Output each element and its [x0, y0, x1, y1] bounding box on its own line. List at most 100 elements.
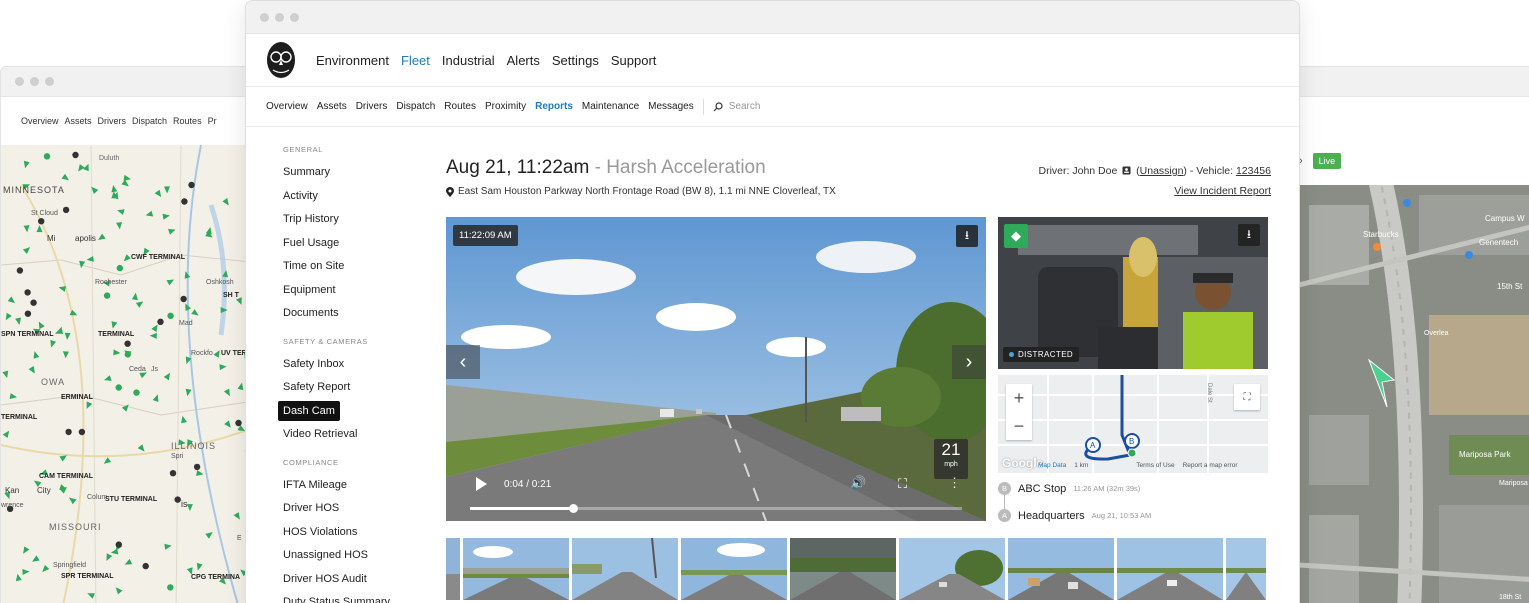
- vehicle-marker-icon[interactable]: [145, 210, 154, 217]
- video-thumbnail[interactable]: [681, 538, 787, 600]
- vehicle-marker-icon[interactable]: [196, 562, 203, 571]
- stop-item[interactable]: A Headquarters Aug 21, 10:53 AM: [998, 502, 1268, 529]
- unassign-link[interactable]: Unassign: [1140, 165, 1184, 177]
- vehicle-marker-icon[interactable]: [152, 394, 159, 402]
- vehicle-stopped-marker-icon[interactable]: [174, 496, 181, 503]
- left-nav-overview[interactable]: Overview: [21, 116, 59, 126]
- sidebar-item-safety-inbox[interactable]: Safety Inbox: [278, 354, 418, 374]
- sidebar-item-unassigned-hos[interactable]: Unassigned HOS: [278, 545, 418, 565]
- sidebar-item-ifta-mileage[interactable]: IFTA Mileage: [278, 475, 418, 495]
- owl-logo-icon[interactable]: [266, 41, 296, 79]
- vehicle-stopped-marker-icon[interactable]: [62, 206, 70, 214]
- vehicle-marker-icon[interactable]: [98, 233, 106, 240]
- vehicle-stopped-marker-icon[interactable]: [103, 292, 111, 299]
- layers-icon[interactable]: ◆: [1004, 224, 1028, 248]
- video-scrub-handle[interactable]: [569, 504, 579, 513]
- left-nav-assets[interactable]: Assets: [65, 116, 92, 126]
- subnav-reports[interactable]: Reports: [535, 101, 573, 112]
- subnav-assets[interactable]: Assets: [317, 101, 347, 112]
- subnav-maintenance[interactable]: Maintenance: [582, 101, 639, 112]
- video-thumbnail[interactable]: [1008, 538, 1114, 600]
- sidebar-item-trip-history[interactable]: Trip History: [278, 209, 418, 229]
- vehicle-marker-icon[interactable]: [78, 164, 85, 172]
- vehicle-stopped-marker-icon[interactable]: [133, 389, 140, 396]
- vehicle-marker-icon[interactable]: [164, 543, 172, 550]
- vehicle-marker-icon[interactable]: [38, 321, 45, 330]
- vehicle-marker-icon[interactable]: [106, 553, 113, 561]
- vehicle-marker-icon[interactable]: [5, 312, 12, 321]
- vehicle-marker-icon[interactable]: [91, 186, 99, 194]
- nav-settings[interactable]: Settings: [552, 53, 599, 68]
- vehicle-marker-icon[interactable]: [185, 388, 192, 397]
- vehicle-marker-icon[interactable]: [163, 372, 171, 381]
- sidebar-item-safety-report[interactable]: Safety Report: [278, 377, 418, 397]
- video-progress-bar[interactable]: [470, 504, 962, 513]
- vehicle-marker-icon[interactable]: [149, 332, 157, 339]
- vehicle-marker-icon[interactable]: [219, 364, 227, 371]
- download-icon[interactable]: ⭳: [1238, 224, 1260, 246]
- vehicle-marker-icon[interactable]: [113, 349, 121, 356]
- sidebar-item-duty-status-summary[interactable]: Duty Status Summary: [278, 592, 418, 603]
- report-map-error-link[interactable]: Report a map error: [1183, 462, 1238, 469]
- vehicle-marker-icon[interactable]: [117, 209, 125, 215]
- vehicle-marker-icon[interactable]: [111, 185, 118, 193]
- vehicle-marker-icon[interactable]: [162, 213, 170, 220]
- view-incident-report-link[interactable]: View Incident Report: [1039, 185, 1271, 197]
- vehicle-marker-icon[interactable]: [86, 401, 93, 409]
- vehicle-marker-icon[interactable]: [164, 186, 170, 194]
- expand-icon[interactable]: ⛶: [1234, 384, 1260, 410]
- sidebar-item-activity[interactable]: Activity: [278, 186, 418, 206]
- vehicle-marker-icon[interactable]: [62, 351, 69, 359]
- nav-alerts[interactable]: Alerts: [507, 53, 540, 68]
- vehicle-marker-icon[interactable]: [15, 573, 22, 582]
- vehicle-stopped-marker-icon[interactable]: [72, 151, 79, 159]
- vehicle-marker-icon[interactable]: [181, 415, 187, 424]
- left-nav-dispatch[interactable]: Dispatch: [132, 116, 167, 126]
- vehicle-marker-icon[interactable]: [50, 339, 57, 348]
- sidebar-item-video-retrieval[interactable]: Video Retrieval: [278, 424, 418, 444]
- zoom-in-icon[interactable]: +: [1006, 384, 1032, 412]
- vehicle-marker-icon[interactable]: [154, 189, 162, 198]
- sidebar-item-summary[interactable]: Summary: [278, 162, 418, 182]
- vehicle-marker-icon[interactable]: [59, 455, 67, 462]
- vehicle-marker-icon[interactable]: [213, 350, 220, 358]
- vehicle-marker-icon[interactable]: [131, 292, 138, 301]
- nav-industrial[interactable]: Industrial: [442, 53, 495, 68]
- vehicle-marker-icon[interactable]: [139, 372, 147, 379]
- vehicle-marker-icon[interactable]: [42, 564, 50, 573]
- chevron-right-icon[interactable]: ›: [952, 345, 986, 379]
- download-icon[interactable]: ⭳: [956, 225, 978, 247]
- vehicle-marker-icon[interactable]: [32, 555, 40, 562]
- subnav-routes[interactable]: Routes: [444, 101, 476, 112]
- vehicle-marker-icon[interactable]: [224, 420, 231, 428]
- vehicle-stopped-marker-icon[interactable]: [181, 198, 188, 205]
- vehicle-marker-icon[interactable]: [121, 179, 129, 187]
- cabin-camera-view[interactable]: ◆ ⭳ DISTRACTED: [998, 217, 1268, 369]
- vehicle-marker-icon[interactable]: [186, 504, 193, 512]
- vehicle-stopped-marker-icon[interactable]: [167, 584, 174, 591]
- vehicle-marker-icon[interactable]: [36, 225, 43, 233]
- nav-fleet[interactable]: Fleet: [401, 53, 430, 68]
- vehicle-marker-icon[interactable]: [116, 222, 122, 230]
- subnav-drivers[interactable]: Drivers: [356, 101, 388, 112]
- vehicle-stopped-marker-icon[interactable]: [115, 541, 123, 548]
- video-thumbnail[interactable]: [1117, 538, 1223, 600]
- sidebar-item-hos-violations[interactable]: HOS Violations: [278, 522, 418, 542]
- vehicle-stopped-marker-icon[interactable]: [142, 562, 149, 570]
- vehicle-marker-icon[interactable]: [64, 332, 71, 340]
- satellite-map[interactable]: Starbucks Genentech Campus W 15th St Mar…: [1299, 185, 1529, 603]
- vehicle-stopped-marker-icon[interactable]: [169, 470, 177, 477]
- left-nav-routes[interactable]: Routes: [173, 116, 202, 126]
- vehicle-marker-icon[interactable]: [166, 279, 175, 286]
- video-thumbnail[interactable]: [1226, 538, 1266, 600]
- vehicle-marker-icon[interactable]: [135, 301, 144, 308]
- vehicle-marker-icon[interactable]: [33, 351, 40, 359]
- video-thumbnail[interactable]: [790, 538, 896, 600]
- vehicle-marker-icon[interactable]: [23, 546, 30, 554]
- fullscreen-icon[interactable]: ⛶: [898, 476, 907, 492]
- vehicle-marker-icon[interactable]: [110, 548, 119, 555]
- vehicle-marker-icon[interactable]: [23, 160, 30, 169]
- vehicle-marker-icon[interactable]: [2, 370, 9, 379]
- vehicle-link[interactable]: 123456: [1236, 165, 1271, 177]
- play-icon[interactable]: [476, 477, 487, 491]
